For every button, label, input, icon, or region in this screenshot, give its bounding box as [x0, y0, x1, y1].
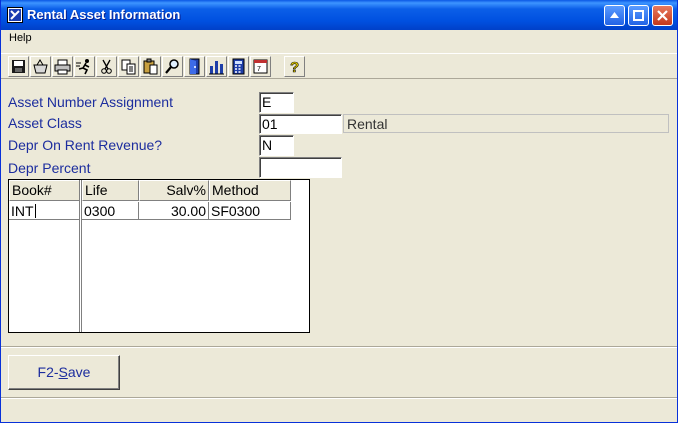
divider — [1, 346, 677, 348]
app-window: Rental Asset Information Help 7 ? Asset … — [0, 0, 678, 423]
book-grid[interactable]: Book# Life Salv% Method INT 0300 30.00 S… — [8, 179, 310, 333]
asset-class-description: Rental — [343, 114, 669, 133]
text-cursor — [34, 204, 36, 218]
depr-percent-label: Depr Percent — [8, 160, 91, 176]
save-label-rest: ave — [67, 364, 91, 380]
app-icon — [7, 7, 23, 23]
cell-method[interactable]: SF0300 — [209, 202, 291, 220]
asset-class-field[interactable]: 01 — [259, 114, 342, 134]
depr-percent-field[interactable] — [259, 157, 342, 178]
maximize-button[interactable] — [628, 5, 649, 26]
col-header-salv[interactable]: Salv% — [139, 180, 209, 201]
depr-rent-revenue-label: Depr On Rent Revenue? — [8, 137, 163, 153]
minimize-button[interactable] — [604, 5, 625, 26]
cell-salv[interactable]: 30.00 — [139, 202, 209, 220]
title-bar[interactable]: Rental Asset Information — [1, 0, 677, 30]
cell-book[interactable]: INT — [9, 202, 79, 220]
close-button[interactable] — [652, 5, 673, 26]
svg-text:?: ? — [290, 59, 299, 76]
run-icon[interactable] — [74, 56, 95, 77]
col-header-book[interactable]: Book# — [9, 180, 80, 201]
calculator-icon[interactable] — [228, 56, 249, 77]
help-icon[interactable]: ? — [284, 56, 305, 77]
basket-icon[interactable] — [30, 56, 51, 77]
save-icon[interactable] — [8, 56, 29, 77]
svg-text:7: 7 — [257, 66, 261, 73]
save-button[interactable]: F2-Save — [8, 355, 120, 390]
toolbar: 7 ? — [1, 53, 677, 79]
cell-book-value: INT — [11, 203, 34, 219]
print-icon[interactable] — [52, 56, 73, 77]
cut-icon[interactable] — [96, 56, 117, 77]
paste-icon[interactable] — [140, 56, 161, 77]
depr-rent-revenue-field[interactable]: N — [259, 135, 294, 156]
find-icon[interactable] — [162, 56, 183, 77]
calendar-icon[interactable]: 7 — [250, 56, 271, 77]
col-header-life[interactable]: Life — [82, 180, 139, 201]
save-label-prefix: F2- — [37, 364, 59, 380]
asset-number-label: Asset Number Assignment — [8, 94, 173, 110]
menu-bar: Help — [1, 30, 677, 48]
copy-icon[interactable] — [118, 56, 139, 77]
col-header-method[interactable]: Method — [209, 180, 291, 201]
menu-help[interactable]: Help — [9, 32, 32, 44]
grid-divider — [79, 180, 80, 332]
window-title: Rental Asset Information — [27, 7, 181, 22]
asset-number-field[interactable]: E — [259, 92, 294, 113]
save-label-hotkey: S — [58, 364, 68, 380]
cell-life[interactable]: 0300 — [82, 202, 139, 220]
status-bar — [1, 399, 677, 422]
asset-class-label: Asset Class — [8, 115, 82, 131]
chart-icon[interactable] — [206, 56, 227, 77]
exit-door-icon[interactable] — [184, 56, 205, 77]
